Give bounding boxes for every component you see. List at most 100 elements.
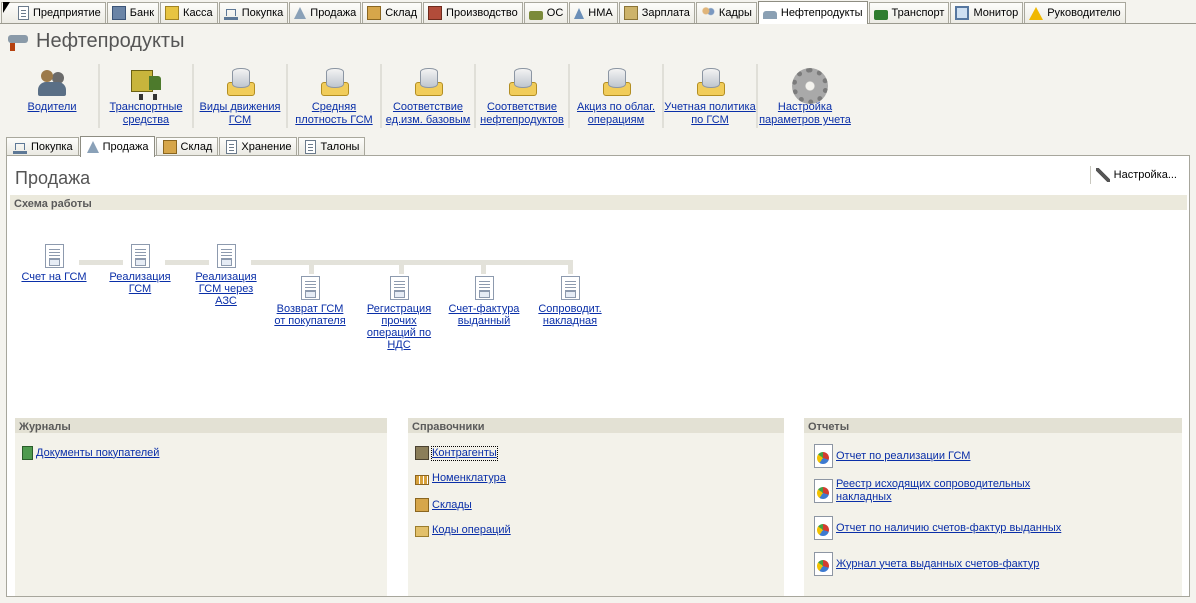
- cash-icon: [165, 6, 180, 20]
- references-group: Справочники Контрагенты Номенклатура Скл…: [408, 418, 784, 596]
- subtab-sale[interactable]: Продажа: [79, 136, 155, 157]
- tools-icon: [1095, 168, 1110, 182]
- reports-group: Отчеты Отчет по реализации ГСМ Реестр ис…: [804, 418, 1182, 596]
- tab-production[interactable]: Производство: [423, 2, 523, 23]
- database-icon: [693, 66, 727, 98]
- tab-monitor[interactable]: Монитор: [950, 2, 1024, 23]
- journal-icon: [22, 446, 33, 460]
- tab-transport[interactable]: Транспорт: [868, 2, 950, 23]
- link-counterparties[interactable]: Контрагенты: [415, 445, 498, 461]
- link-nomenclature[interactable]: Номенклатура: [415, 472, 506, 485]
- tab-purchase[interactable]: Покупка: [218, 2, 289, 23]
- quick-vehicles[interactable]: Транспортные средства: [100, 64, 194, 128]
- link-customer-documents[interactable]: Документы покупателей: [22, 446, 159, 460]
- doc-waybill[interactable]: Сопроводит. накладная: [533, 276, 607, 327]
- subtab-coupons[interactable]: Талоны: [298, 137, 366, 156]
- personnel-icon: [700, 6, 715, 20]
- coupons-icon: [305, 140, 317, 154]
- production-icon: [428, 6, 443, 20]
- link-report-waybill-registry[interactable]: Реестр исходящих сопроводительных наклад…: [814, 478, 1046, 504]
- section-tabs: Покупка Продажа Склад Хранение Талоны: [6, 135, 366, 157]
- doc-fuel-invoice[interactable]: Счет на ГСМ: [17, 244, 91, 283]
- quick-fuel-movement-types[interactable]: Виды движения ГСМ: [194, 64, 288, 128]
- settings-button[interactable]: Настройка...: [1089, 166, 1177, 184]
- sale-panel: Продажа Настройка... Схема работы Счет н…: [6, 155, 1190, 597]
- subtab-storage[interactable]: Хранение: [219, 137, 298, 156]
- tab-personnel[interactable]: Кадры: [695, 2, 757, 23]
- scheme-connector: [568, 260, 573, 274]
- purchase-icon: [13, 140, 27, 154]
- report-icon: [814, 516, 833, 540]
- salary-icon: [623, 6, 638, 20]
- enterprise-icon: [18, 6, 29, 20]
- database-icon: [411, 66, 445, 98]
- subtab-purchase[interactable]: Покупка: [6, 137, 79, 156]
- report-icon: [814, 552, 833, 576]
- transport-icon: [873, 9, 888, 20]
- database-icon: [505, 66, 539, 98]
- subtab-warehouse[interactable]: Склад: [155, 137, 219, 156]
- document-icon: [474, 276, 494, 300]
- warehouse-icon: [415, 498, 429, 512]
- module-tabs: Предприятие Банк Касса Покупка Продажа С…: [0, 0, 1196, 24]
- storage-icon: [226, 140, 238, 154]
- quick-launch-bar: Водители Транспортные средства Виды движ…: [6, 64, 852, 128]
- tab-intangibles[interactable]: НМА: [569, 2, 618, 23]
- database-icon: [223, 66, 257, 98]
- report-icon: [814, 479, 833, 503]
- journals-group: Журналы Документы покупателей: [15, 418, 387, 596]
- intangibles-icon: [574, 7, 585, 19]
- reports-header: Отчеты: [804, 418, 1182, 433]
- quick-unit-mapping[interactable]: Соответствие ед.изм. базовым: [382, 64, 476, 128]
- mouse-cursor-icon: [3, 2, 10, 13]
- oil-products-icon: [762, 11, 777, 19]
- document-icon: [560, 276, 580, 300]
- link-warehouses[interactable]: Склады: [415, 498, 472, 512]
- doc-fuel-return[interactable]: Возврат ГСМ от покупателя: [271, 276, 349, 327]
- scheme-connector: [399, 260, 404, 274]
- document-icon: [389, 276, 409, 300]
- quick-accounting-policy[interactable]: Учетная политика по ГСМ: [664, 64, 758, 128]
- tab-oil-products[interactable]: Нефтепродукты: [757, 1, 868, 24]
- nomenclature-icon: [415, 475, 429, 485]
- quick-average-density[interactable]: Средняя плотность ГСМ: [288, 64, 382, 128]
- page-header: Нефтепродукты: [6, 30, 184, 53]
- link-report-invoices-journal[interactable]: Журнал учета выданных счетов-фактур: [814, 552, 1039, 576]
- link-operation-codes[interactable]: Коды операций: [415, 524, 511, 537]
- tab-fixed-assets[interactable]: ОС: [523, 2, 569, 23]
- scheme-connector: [309, 260, 314, 274]
- tab-cash[interactable]: Касса: [160, 2, 218, 23]
- purchase-icon: [223, 6, 238, 20]
- tab-bank[interactable]: Банк: [106, 2, 160, 23]
- document-icon: [130, 244, 150, 268]
- references-header: Справочники: [408, 418, 784, 433]
- link-report-invoices-availability[interactable]: Отчет по наличию счетов-фактур выданных: [814, 516, 1061, 540]
- tab-warehouse[interactable]: Склад: [362, 2, 423, 23]
- database-icon: [317, 66, 351, 98]
- scheme-connector: [481, 260, 486, 274]
- doc-vat-operations[interactable]: Регистрация прочих операций по НДС: [361, 276, 437, 351]
- quick-settings[interactable]: Настройка параметров учета: [758, 64, 852, 128]
- quick-drivers[interactable]: Водители: [6, 64, 100, 128]
- bank-icon: [111, 6, 126, 20]
- folder-icon: [415, 526, 429, 537]
- gear-icon: [788, 66, 828, 104]
- scheme-connector: [251, 260, 573, 265]
- section-title: Продажа: [15, 168, 91, 188]
- document-icon: [44, 244, 64, 268]
- truck-icon: [129, 66, 163, 98]
- tab-salary[interactable]: Зарплата: [618, 2, 695, 23]
- warehouse-icon: [162, 140, 177, 154]
- scheme-header: Схема работы: [10, 195, 1187, 210]
- doc-invoice-issued[interactable]: Счет-фактура выданный: [445, 276, 523, 327]
- link-report-fuel-sales[interactable]: Отчет по реализации ГСМ: [814, 444, 970, 468]
- quick-excise[interactable]: Акциз по облаг. операциям: [570, 64, 664, 128]
- sale-icon: [294, 7, 307, 19]
- oil-tap-icon: [6, 32, 32, 52]
- tab-manager[interactable]: Руководителю: [1024, 2, 1126, 23]
- tab-enterprise[interactable]: Предприятие: [1, 2, 106, 23]
- doc-fuel-sale-station[interactable]: Реализация ГСМ через АЗС: [191, 244, 261, 307]
- doc-fuel-sale[interactable]: Реализация ГСМ: [105, 244, 175, 295]
- tab-sale[interactable]: Продажа: [289, 2, 362, 23]
- quick-oil-mapping[interactable]: Соответствие нефтепродуктов: [476, 64, 570, 128]
